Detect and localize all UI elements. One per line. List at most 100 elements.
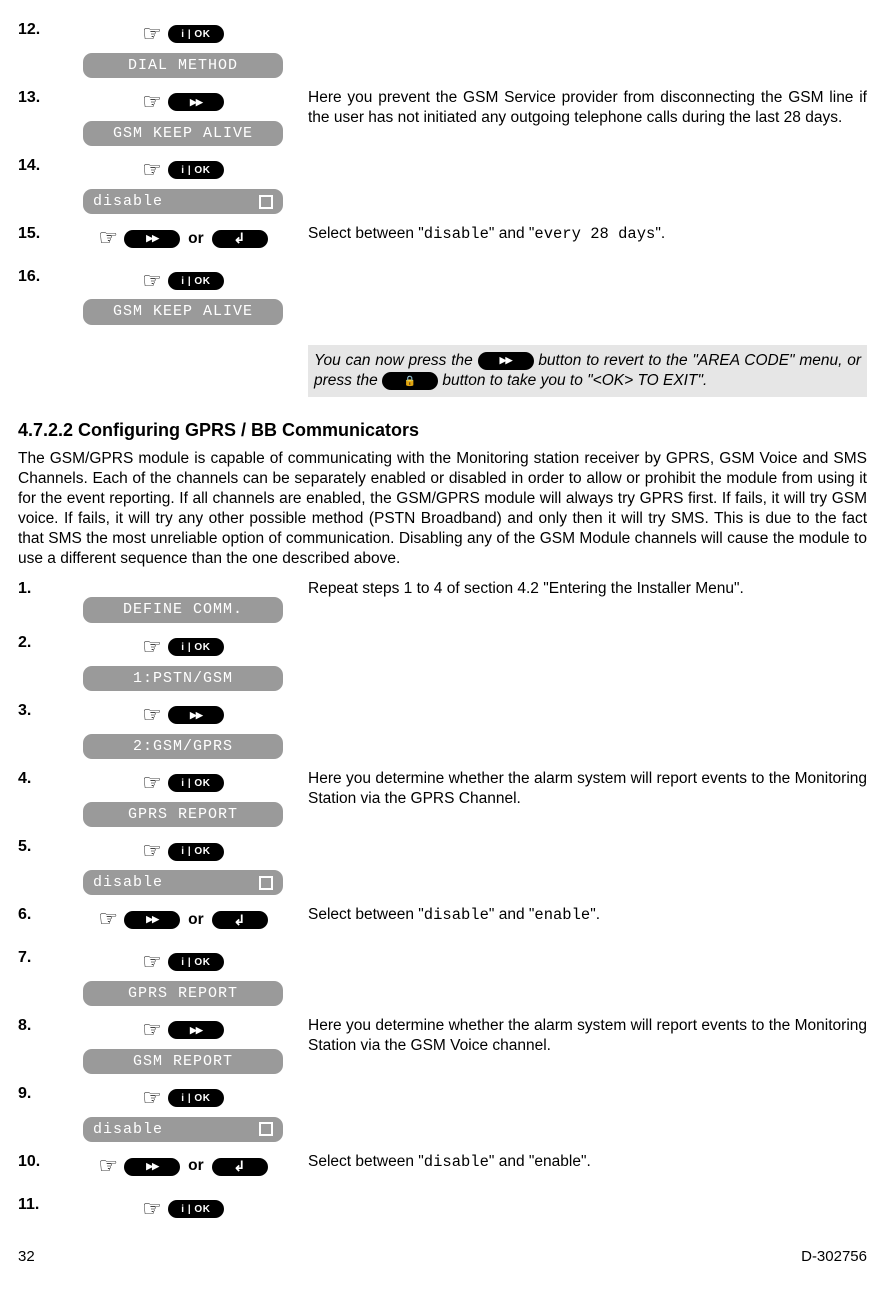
doc-number: D-302756 [801, 1247, 867, 1267]
or-label: or [188, 229, 204, 249]
cursor-icon [259, 195, 273, 209]
step-num: 9. [18, 1084, 58, 1142]
step-num: 6. [18, 905, 58, 938]
step-num: 10. [18, 1152, 58, 1185]
forward-key-icon [168, 1021, 224, 1039]
section-body: The GSM/GPRS module is capable of commun… [18, 449, 867, 570]
step-5: 5. ☞ i | OK disable [18, 837, 867, 895]
hand-icon: ☞ [98, 224, 118, 253]
step-num: 4. [18, 769, 58, 827]
back-key-icon [212, 1158, 268, 1176]
step-description: Select between "disable" and "enable". [308, 1152, 867, 1185]
forward-key-icon [124, 230, 180, 248]
forward-key-icon [124, 1158, 180, 1176]
note-row: You can now press the button to revert t… [18, 335, 867, 397]
hand-icon: ☞ [142, 156, 162, 185]
ok-key-icon: i | OK [168, 1200, 224, 1218]
display-gprs-report: GPRS REPORT [83, 802, 283, 828]
display-pstn-gsm: 1:PSTN/GSM [83, 666, 283, 692]
step-1: 1. DEFINE COMM. Repeat steps 1 to 4 of s… [18, 579, 867, 623]
ok-key-icon: i | OK [168, 272, 224, 290]
hand-icon: ☞ [142, 1084, 162, 1113]
step-2: 2. ☞ i | OK 1:PSTN/GSM [18, 633, 867, 691]
display-dial-method: DIAL METHOD [83, 53, 283, 79]
back-key-icon [212, 911, 268, 929]
display-text: disable [93, 873, 163, 893]
forward-key-icon [478, 352, 534, 370]
step-8: 8. ☞ GSM REPORT Here you determine wheth… [18, 1016, 867, 1074]
section-heading: 4.7.2.2 Configuring GPRS / BB Communicat… [18, 419, 867, 442]
display-disable: disable [83, 189, 283, 215]
step-4: 4. ☞ i | OK GPRS REPORT Here you determi… [18, 769, 867, 827]
ok-key-icon: i | OK [168, 1089, 224, 1107]
step-7: 7. ☞ i | OK GPRS REPORT [18, 948, 867, 1006]
display-gprs-report: GPRS REPORT [83, 981, 283, 1007]
step-description: Here you determine whether the alarm sys… [308, 1016, 867, 1074]
step-6: 6. ☞ or Select between "disable" and "en… [18, 905, 867, 938]
step-9: 9. ☞ i | OK disable [18, 1084, 867, 1142]
cursor-icon [259, 876, 273, 890]
step-num: 16. [18, 267, 58, 325]
step-num: 12. [18, 20, 58, 78]
lock-key-icon [382, 372, 438, 390]
step-num: 14. [18, 156, 58, 214]
forward-key-icon [168, 93, 224, 111]
step-description: Here you determine whether the alarm sys… [308, 769, 867, 827]
step-num: 3. [18, 701, 58, 759]
cursor-icon [259, 1122, 273, 1136]
hand-icon: ☞ [142, 88, 162, 117]
controls: ☞ i | OK DIAL METHOD [58, 20, 308, 78]
forward-key-icon [168, 706, 224, 724]
display-gsm-report: GSM REPORT [83, 1049, 283, 1075]
step-description: Here you prevent the GSM Service provide… [308, 88, 867, 146]
ok-key-icon: i | OK [168, 953, 224, 971]
ok-key-icon: i | OK [168, 638, 224, 656]
display-gsm-keep-alive: GSM KEEP ALIVE [83, 299, 283, 325]
step-num: 2. [18, 633, 58, 691]
display-disable: disable [83, 870, 283, 896]
step-num: 5. [18, 837, 58, 895]
hand-icon: ☞ [142, 633, 162, 662]
note-bar: You can now press the button to revert t… [308, 345, 867, 397]
step-description: Select between "disable" and "enable". [308, 905, 867, 938]
hand-icon: ☞ [142, 1195, 162, 1224]
ok-key-icon: i | OK [168, 25, 224, 43]
hand-icon: ☞ [142, 701, 162, 730]
display-gsm-gprs: 2:GSM/GPRS [83, 734, 283, 760]
hand-icon: ☞ [98, 905, 118, 934]
ok-key-icon: i | OK [168, 843, 224, 861]
forward-key-icon [124, 911, 180, 929]
page-number: 32 [18, 1247, 35, 1267]
step-16: 16. ☞ i | OK GSM KEEP ALIVE [18, 267, 867, 325]
ok-key-icon: i | OK [168, 774, 224, 792]
step-num: 13. [18, 88, 58, 146]
display-text: disable [93, 192, 163, 212]
step-14: 14. ☞ i | OK disable [18, 156, 867, 214]
step-num: 8. [18, 1016, 58, 1074]
step-num: 11. [18, 1195, 58, 1228]
step-10: 10. ☞ or Select between "disable" and "e… [18, 1152, 867, 1185]
page-footer: 32 D-302756 [18, 1247, 867, 1267]
step-15: 15. ☞ or Select between "disable" and "e… [18, 224, 867, 257]
or-label: or [188, 1156, 204, 1176]
step-3: 3. ☞ 2:GSM/GPRS [18, 701, 867, 759]
back-key-icon [212, 230, 268, 248]
step-num: 7. [18, 948, 58, 1006]
hand-icon: ☞ [142, 837, 162, 866]
step-description: Select between "disable" and "every 28 d… [308, 224, 867, 257]
ok-key-icon: i | OK [168, 161, 224, 179]
step-description: Repeat steps 1 to 4 of section 4.2 "Ente… [308, 579, 867, 623]
step-num: 15. [18, 224, 58, 257]
step-13: 13. ☞ GSM KEEP ALIVE Here you prevent th… [18, 88, 867, 146]
hand-icon: ☞ [142, 267, 162, 296]
hand-icon: ☞ [142, 20, 162, 49]
hand-icon: ☞ [142, 948, 162, 977]
step-num: 1. [18, 579, 58, 623]
hand-icon: ☞ [142, 769, 162, 798]
step-12: 12. ☞ i | OK DIAL METHOD [18, 20, 867, 78]
step-11: 11. ☞ i | OK [18, 1195, 867, 1228]
display-text: disable [93, 1120, 163, 1140]
display-gsm-keep-alive: GSM KEEP ALIVE [83, 121, 283, 147]
display-define-comm: DEFINE COMM. [83, 597, 283, 623]
display-disable: disable [83, 1117, 283, 1143]
